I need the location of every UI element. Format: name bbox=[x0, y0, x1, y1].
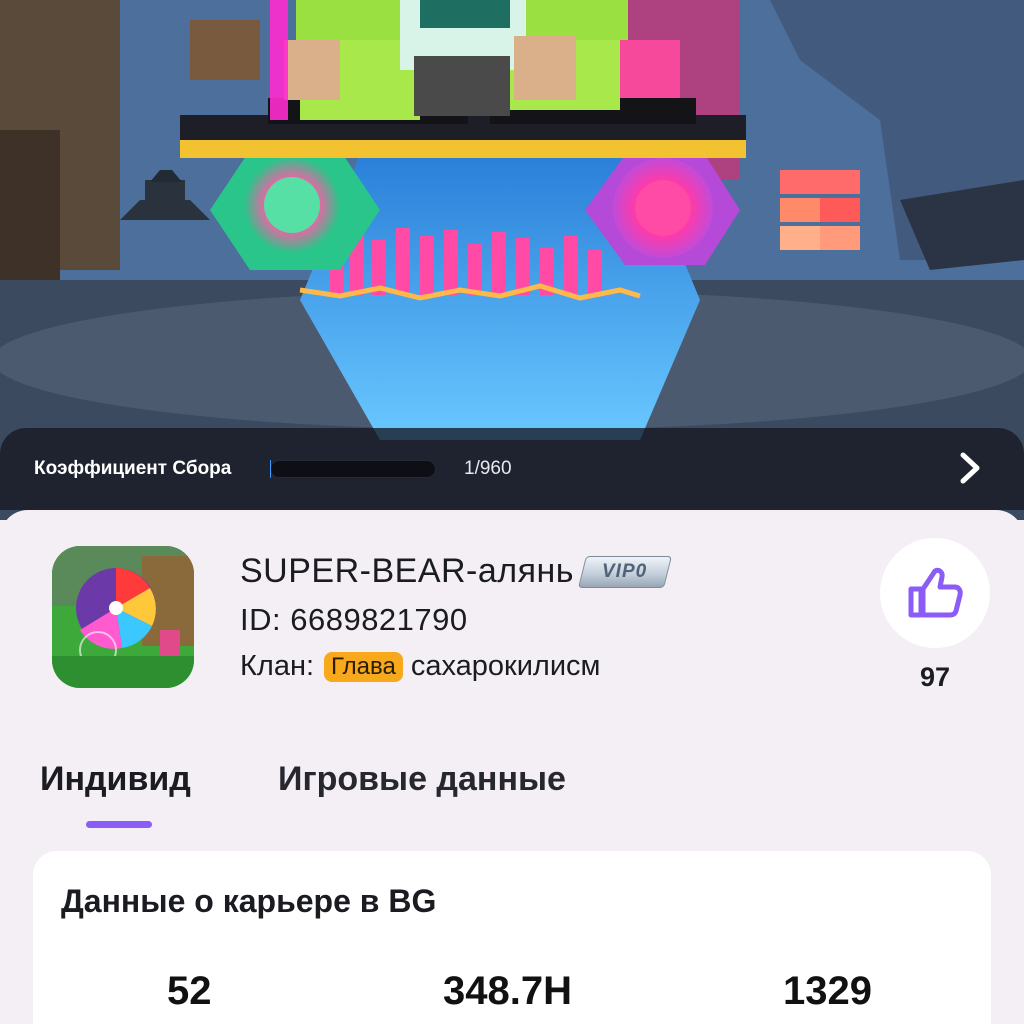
vip-badge: VIP0 bbox=[578, 555, 673, 588]
collect-coefficient-bar[interactable]: Коэффициент Сбора 1/960 bbox=[0, 428, 1024, 510]
career-stat-1: 52 bbox=[167, 969, 212, 1013]
collect-coefficient-label: Коэффициент Сбора bbox=[34, 458, 232, 479]
career-stat-3: 1329 bbox=[783, 969, 872, 1013]
like-count: 97 bbox=[919, 662, 951, 692]
avatar-image bbox=[52, 546, 194, 688]
clan-prefix: Клан: bbox=[240, 650, 315, 682]
vip-badge-label: VIP0 bbox=[602, 560, 648, 582]
like-button[interactable] bbox=[880, 538, 990, 648]
clan-role-badge: Глава bbox=[324, 651, 403, 682]
clan-row: Клан: Глава сахарокилисм bbox=[240, 650, 600, 683]
tab-individ[interactable]: Индивид bbox=[40, 760, 191, 799]
career-card-title: Данные о карьере в BG bbox=[61, 883, 437, 919]
hero-scene: Коэффициент Сбора 1/960 bbox=[0, 0, 1024, 520]
nickname: SUPER-BEAR-алянь bbox=[240, 552, 575, 590]
profile-panel: SUPER-BEAR-алянь VIP0 ID: 6689821790 Кла… bbox=[0, 510, 1024, 1024]
collect-progress-bar bbox=[270, 460, 436, 478]
thumbs-up-icon bbox=[908, 567, 963, 618]
tab-game-data[interactable]: Игровые данные bbox=[278, 760, 566, 799]
clan-name[interactable]: сахарокилисм bbox=[411, 650, 601, 683]
avatar[interactable] bbox=[52, 546, 194, 688]
career-stat-2: 348.7H bbox=[443, 969, 572, 1013]
collect-progress-count: 1/960 bbox=[464, 458, 512, 479]
career-card: Данные о карьере в BG 52 348.7H 1329 bbox=[33, 851, 991, 1024]
nickname-row: SUPER-BEAR-алянь VIP0 bbox=[240, 552, 673, 591]
user-id: ID: 6689821790 bbox=[240, 602, 468, 637]
chevron-right-icon[interactable] bbox=[950, 448, 990, 488]
active-tab-indicator bbox=[86, 821, 152, 828]
